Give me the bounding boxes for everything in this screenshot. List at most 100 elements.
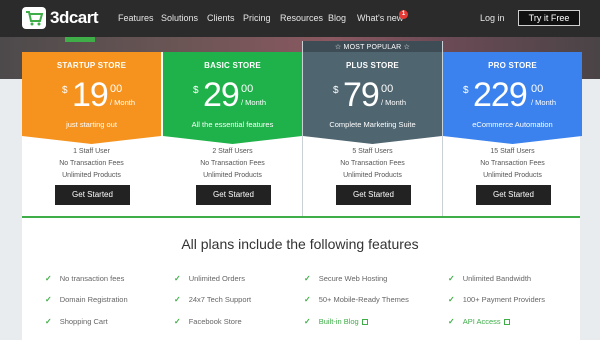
- feature-label: 24x7 Tech Support: [188, 295, 252, 304]
- logo-text: 3dcart: [50, 8, 99, 27]
- hero-accent: [65, 37, 95, 42]
- external-link-icon: [361, 319, 368, 325]
- features-title: All plans include the following features: [181, 236, 419, 252]
- plan-tagline: eCommerce Automation: [472, 120, 553, 129]
- checkmark-icon: ✓: [448, 274, 455, 283]
- plan-notch: [443, 135, 582, 144]
- feature-item[interactable]: ✓ Built-in Blog: [304, 317, 368, 326]
- plan-notch: [303, 135, 442, 144]
- plan-feature: No Transaction Fees: [59, 160, 124, 167]
- plan-tagline: All the essential features: [191, 120, 274, 129]
- checkmark-icon: ✓: [448, 295, 455, 304]
- feature-label: 50+ Mobile-Ready Themes: [318, 295, 409, 304]
- price-period: / Month: [241, 98, 267, 107]
- plan-name: PRO STORE: [488, 61, 537, 70]
- checkmark-icon: ✓: [174, 274, 181, 283]
- plan-feature: 5 Staff Users: [352, 148, 393, 155]
- feature-label: Facebook Store: [188, 317, 242, 326]
- feature-item: ✓ 24x7 Tech Support: [174, 295, 251, 304]
- feature-item: ✓ 100+ Payment Providers: [448, 295, 545, 304]
- checkmark-icon: ✓: [304, 295, 311, 304]
- external-link-icon: [503, 319, 510, 325]
- section-divider: [22, 216, 580, 218]
- price-period: / Month: [110, 98, 136, 107]
- plan-card: PRO STORE $ 229 00 / Month eCommerce Aut…: [443, 52, 582, 216]
- plan-notch: [22, 135, 161, 144]
- feature-label: Secure Web Hosting: [318, 274, 388, 283]
- checkmark-icon: ✓: [45, 274, 52, 283]
- plan-header: PRO STORE $ 229 00 / Month eCommerce Aut…: [443, 52, 582, 136]
- feature-item: ✓ 50+ Mobile-Ready Themes: [304, 295, 409, 304]
- plan-header: BASIC STORE $ 29 00 / Month All the esse…: [163, 52, 302, 136]
- plan-price: $ 229 00 / Month: [443, 78, 582, 114]
- feature-item: ✓ Shopping Cart: [45, 317, 108, 326]
- get-started-button[interactable]: Get Started: [55, 185, 130, 205]
- price-amount: 19: [72, 76, 109, 114]
- plan-header: PLUS STORE $ 79 00 / Month Complete Mark…: [303, 52, 442, 136]
- get-started-button[interactable]: Get Started: [476, 185, 551, 205]
- feature-label: No transaction fees: [59, 274, 125, 283]
- nav-features[interactable]: Features: [118, 13, 154, 23]
- checkmark-icon: ✓: [304, 274, 311, 283]
- plan-price: $ 29 00 / Month: [163, 78, 302, 114]
- price-cents: 00: [381, 83, 394, 95]
- feature-label: 100+ Payment Providers: [462, 295, 546, 304]
- nav-blog[interactable]: Blog: [328, 13, 346, 23]
- price-currency: $: [62, 85, 68, 96]
- nav-clients[interactable]: Clients: [207, 13, 235, 23]
- plan-name: PLUS STORE: [346, 61, 399, 70]
- plan-header: STARTUP STORE $ 19 00 / Month just start…: [22, 52, 161, 136]
- price-currency: $: [463, 85, 469, 96]
- feature-item: ✓ Secure Web Hosting: [304, 274, 387, 283]
- plan-card: STARTUP STORE $ 19 00 / Month just start…: [22, 52, 161, 216]
- get-started-button[interactable]: Get Started: [336, 185, 411, 205]
- price-currency: $: [193, 85, 199, 96]
- try-free-button[interactable]: Try it Free: [518, 10, 580, 26]
- top-nav: 3dcart Features Solutions Clients Pricin…: [0, 0, 600, 37]
- nav-solutions[interactable]: Solutions: [161, 13, 198, 23]
- nav-pricing[interactable]: Pricing: [243, 13, 271, 23]
- checkmark-icon: ✓: [45, 317, 52, 326]
- plan-tagline: just starting out: [66, 120, 117, 129]
- plan-card: BASIC STORE $ 29 00 / Month All the esse…: [163, 52, 302, 216]
- feature-label: Shopping Cart: [59, 317, 108, 326]
- checkmark-icon: ✓: [304, 317, 311, 326]
- price-cents: 00: [110, 83, 123, 95]
- nav-resources[interactable]: Resources: [280, 13, 323, 23]
- plan-price: $ 79 00 / Month: [303, 78, 442, 114]
- plan-notch: [163, 135, 302, 144]
- feature-label: Built-in Blog: [318, 317, 359, 326]
- price-amount: 79: [343, 76, 380, 114]
- plan-name: STARTUP STORE: [56, 61, 127, 70]
- feature-label: Unlimited Orders: [188, 274, 245, 283]
- feature-item: ✓ Facebook Store: [174, 317, 242, 326]
- feature-item[interactable]: ✓ API Access: [448, 317, 510, 326]
- price-amount: 29: [203, 76, 240, 114]
- feature-item: ✓ No transaction fees: [45, 274, 124, 283]
- plan-price: $ 19 00 / Month: [22, 78, 161, 114]
- get-started-button[interactable]: Get Started: [196, 185, 271, 205]
- feature-item: ✓ Domain Registration: [45, 295, 128, 304]
- plan-card: PLUS STORE $ 79 00 / Month Complete Mark…: [303, 52, 442, 216]
- plan-feature: No Transaction Fees: [200, 160, 265, 167]
- plan-feature: 15 Staff Users: [490, 148, 535, 155]
- price-period: / Month: [531, 98, 557, 107]
- plan-tagline: Complete Marketing Suite: [329, 120, 416, 129]
- feature-label: API Access: [462, 317, 501, 326]
- logo[interactable]: 3dcart: [22, 7, 122, 29]
- feature-item: ✓ Unlimited Orders: [174, 274, 245, 283]
- plan-feature: Unlimited Products: [203, 172, 262, 179]
- checkmark-icon: ✓: [45, 295, 52, 304]
- plan-feature: 1 Staff User: [73, 148, 110, 155]
- nav-whats-new[interactable]: What's new: [357, 13, 403, 23]
- price-cents: 00: [531, 83, 544, 95]
- plan-feature: Unlimited Products: [343, 172, 402, 179]
- feature-item: ✓ Unlimited Bandwidth: [448, 274, 531, 283]
- price-currency: $: [333, 85, 339, 96]
- price-period: / Month: [381, 98, 407, 107]
- plan-name: BASIC STORE: [204, 61, 261, 70]
- feature-label: Domain Registration: [59, 295, 128, 304]
- feature-label: Unlimited Bandwidth: [462, 274, 532, 283]
- login-link[interactable]: Log in: [480, 13, 505, 23]
- plan-feature: Unlimited Products: [62, 172, 121, 179]
